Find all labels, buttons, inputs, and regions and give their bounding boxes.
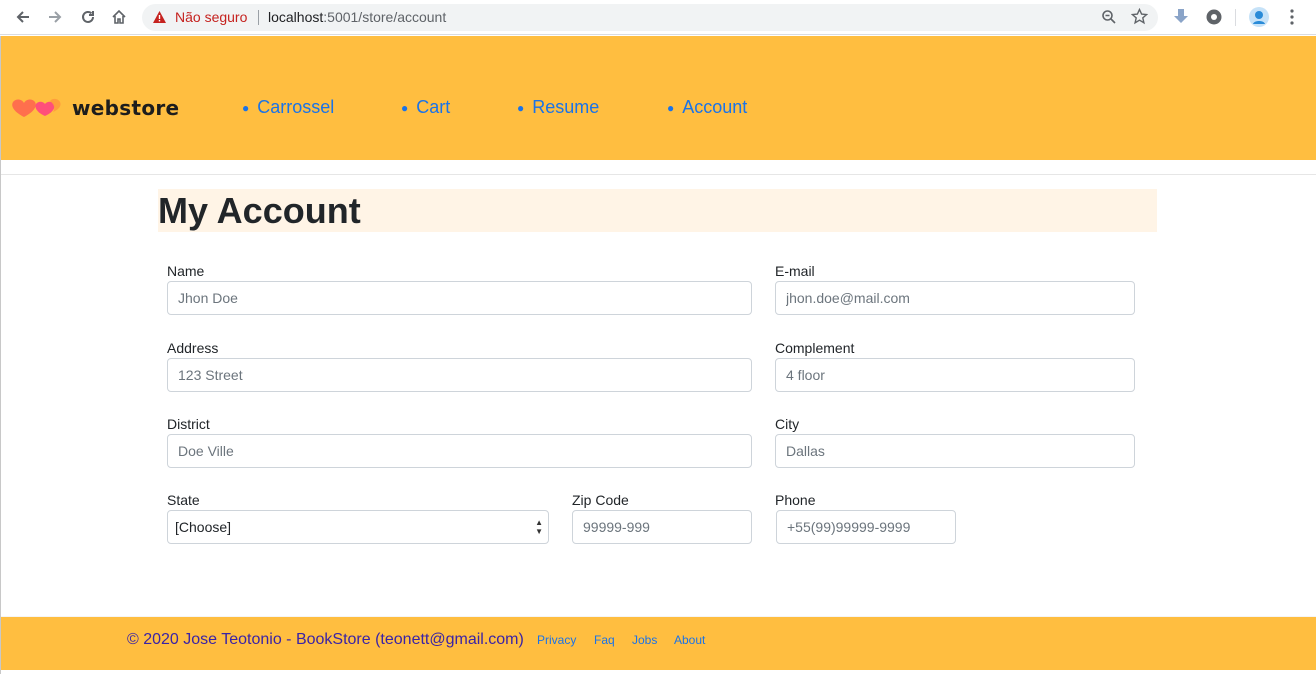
address-label: Address [167,340,219,356]
complement-input[interactable] [775,358,1135,392]
footer-link-about[interactable]: About [674,633,705,647]
district-label: District [167,416,210,432]
zip-input[interactable] [572,510,752,544]
email-input[interactable] [775,281,1135,315]
state-select-value: [Choose] [175,519,232,535]
footer-link-jobs[interactable]: Jobs [632,633,657,647]
page-title-banner: My Account [158,189,1157,232]
url-host: localhost [268,9,324,25]
extension-icon[interactable] [1204,7,1224,27]
download-icon[interactable] [1171,7,1191,27]
browser-toolbar: Não seguro localhost:5001/store/account [0,0,1316,35]
warning-icon [152,10,167,29]
nav-link-carrossel[interactable]: ● Carrossel [242,97,334,118]
site-footer: © 2020 Jose Teotonio - BookStore (teonet… [1,616,1316,670]
nav-link-label: Account [682,97,748,117]
nav-link-label: Resume [532,97,600,117]
site-header: webstore ● Carrossel ● Cart ● Resume ● A… [1,36,1316,160]
bullet-icon: ● [667,100,675,115]
phone-input[interactable] [776,510,956,544]
address-input[interactable] [167,358,752,392]
email-label: E-mail [775,263,815,279]
nav-link-label: Carrossel [257,97,335,117]
zoom-icon[interactable] [1101,9,1117,30]
back-icon[interactable] [13,7,33,27]
phone-label: Phone [775,492,816,508]
profile-icon[interactable] [1249,7,1269,27]
reload-icon[interactable] [78,7,98,27]
nav-link-label: Cart [416,97,451,117]
divider [258,10,259,25]
toolbar-divider [1235,9,1236,26]
bullet-icon: ● [401,100,409,115]
district-input[interactable] [167,434,752,468]
name-input[interactable] [167,281,752,315]
page-title: My Account [158,190,361,231]
nav-link-cart[interactable]: ● Cart [401,97,450,118]
logo-text: webstore [72,96,180,120]
menu-icon[interactable] [1282,7,1302,27]
state-select[interactable]: [Choose] ▲ ▼ [167,510,549,544]
url-text[interactable]: localhost:5001/store/account [268,9,446,25]
footer-link-faq[interactable]: Faq [594,633,615,647]
city-input[interactable] [775,434,1135,468]
bullet-icon: ● [517,100,525,115]
forward-icon[interactable] [45,7,65,27]
footer-link-privacy[interactable]: Privacy [537,633,576,647]
star-icon[interactable] [1130,7,1149,30]
logo-hearts-icon [12,98,61,117]
security-status[interactable]: Não seguro [175,9,247,25]
select-arrows-icon: ▲ ▼ [535,518,543,536]
address-bar[interactable]: Não seguro localhost:5001/store/account [142,4,1158,31]
bullet-icon: ● [242,100,250,115]
site-logo[interactable]: webstore [10,96,179,120]
url-path: :5001/store/account [323,9,447,25]
home-icon[interactable] [109,7,129,27]
copyright-text: © 2020 Jose Teotonio - BookStore (teonet… [127,631,524,648]
complement-label: Complement [775,340,855,356]
state-label: State [167,492,200,508]
zip-label: Zip Code [572,492,629,508]
header-divider [1,174,1316,175]
nav-link-account[interactable]: ● Account [667,97,747,118]
city-label: City [775,416,800,432]
name-label: Name [167,263,205,279]
nav-link-resume[interactable]: ● Resume [517,97,599,118]
